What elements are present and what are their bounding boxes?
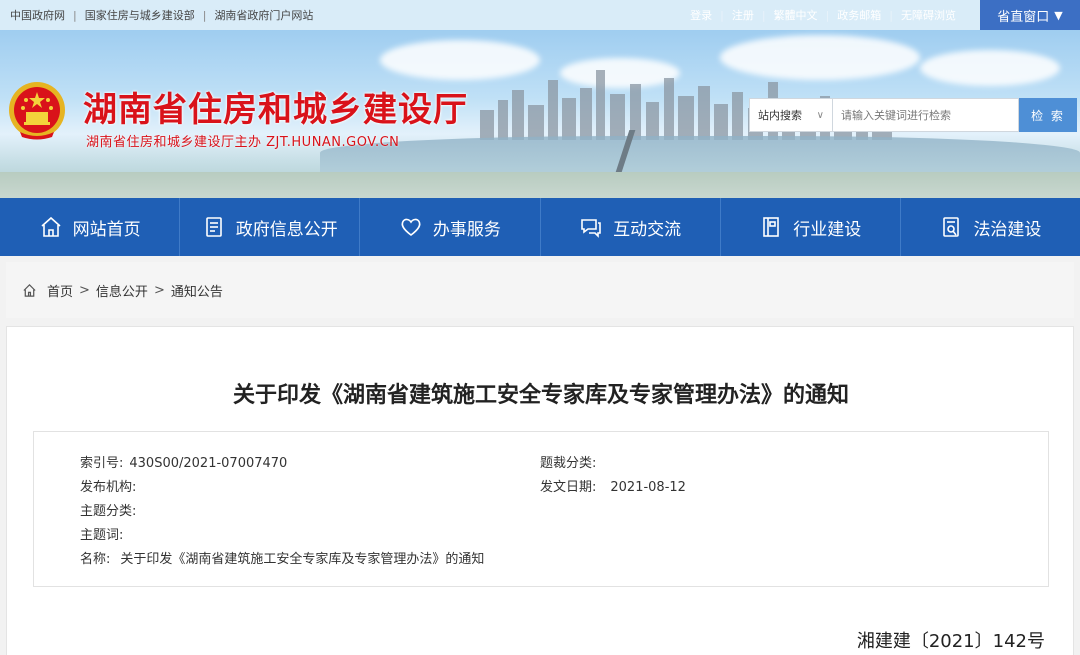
- link-mohurd[interactable]: 国家住房与城乡建设部: [85, 7, 195, 23]
- search-scope-label: 站内搜索: [758, 109, 802, 122]
- nav-item-label: 办事服务: [432, 219, 501, 240]
- meta-value: 关于印发《湖南省建筑施工安全专家库及专家管理办法》的通知: [120, 552, 485, 567]
- nav-item-services[interactable]: 办事服务: [360, 198, 541, 256]
- home-icon: [23, 283, 36, 297]
- meta-label: 题裁分类:: [540, 456, 597, 471]
- heart-icon: [401, 218, 421, 237]
- traditional-chinese-link[interactable]: 繁體中文: [774, 7, 818, 23]
- nav-item-label: 政府信息公开: [235, 219, 338, 240]
- document-icon: [205, 217, 222, 237]
- top-bar: 中国政府网 | 国家住房与城乡建设部 | 湖南省政府门户网站 登录 | 注册 |…: [0, 0, 1080, 30]
- meta-publisher: 发布机构:: [80, 476, 142, 495]
- register-link[interactable]: 注册: [732, 7, 754, 23]
- home-icon: [41, 216, 61, 237]
- link-hunan-gov[interactable]: 湖南省政府门户网站: [214, 7, 313, 23]
- nav-item-law[interactable]: 法治建设: [901, 198, 1080, 256]
- nav-item-interaction[interactable]: 互动交流: [541, 198, 721, 256]
- meta-value: 2021-08-12: [610, 480, 686, 495]
- greenland-decoration: [0, 172, 1080, 198]
- search-input[interactable]: [833, 98, 1019, 132]
- document-number: 湘建建〔2021〕142号: [856, 631, 1045, 652]
- meta-label: 名称:: [80, 552, 111, 567]
- meta-label: 主题分类:: [80, 504, 137, 519]
- nav-item-label: 行业建设: [793, 219, 862, 240]
- breadcrumb-separator: >: [79, 282, 90, 298]
- breadcrumb: 首页 > 信息公开 > 通知公告: [6, 262, 1074, 318]
- breadcrumb-separator: >: [153, 282, 165, 298]
- meta-label: 索引号:: [80, 456, 124, 471]
- divider: |: [825, 8, 830, 22]
- nav-item-home[interactable]: 网站首页: [0, 198, 181, 256]
- law-icon: [943, 217, 960, 237]
- divider: |: [720, 8, 724, 22]
- meta-name: 名称: 关于印发《湖南省建筑施工安全专家库及专家管理办法》的通知: [80, 548, 484, 567]
- meta-label: 发布机构:: [80, 480, 137, 495]
- meta-value: 430S00/2021-07007470: [129, 456, 288, 471]
- nav-item-label: 互动交流: [613, 219, 682, 240]
- main-nav: 网站首页 政府信息公开 办事服务 互动交流 行业建设 法治建设: [0, 198, 1080, 256]
- breadcrumb-info-public[interactable]: 信息公开: [96, 281, 148, 300]
- divider: |: [202, 8, 207, 22]
- nav-item-industry[interactable]: 行业建设: [721, 198, 901, 256]
- article-title: 关于印发《湖南省建筑施工安全专家库及专家管理办法》的通知: [232, 383, 849, 408]
- article-meta-box: 索引号: 430S00/2021-07007470 题裁分类: 发布机构: 发文日…: [33, 431, 1049, 587]
- nav-item-gov-info[interactable]: 政府信息公开: [180, 198, 361, 256]
- nav-item-label: 法治建设: [973, 219, 1042, 240]
- national-emblem-icon: [9, 82, 65, 140]
- province-window-label: 省直窗口: [997, 9, 1050, 25]
- article-panel: 关于印发《湖南省建筑施工安全专家库及专家管理办法》的通知 索引号: 430S00/…: [6, 326, 1074, 655]
- caret-down-icon: ▼: [1054, 8, 1063, 22]
- site-title: 湖南省住房和城乡建设厅: [83, 90, 468, 130]
- top-links-left: 中国政府网 | 国家住房与城乡建设部 | 湖南省政府门户网站: [10, 7, 313, 23]
- accessibility-link[interactable]: 无障碍浏览: [901, 7, 956, 23]
- province-window-dropdown[interactable]: 省直窗口 ▼: [980, 0, 1080, 30]
- meta-genre: 题裁分类:: [540, 452, 602, 471]
- search-box: 站内搜索 ∨ 检 索: [749, 98, 1077, 132]
- gov-mail-link[interactable]: 政务邮箱: [837, 7, 881, 23]
- chat-icon: [581, 219, 601, 238]
- top-links-right: 登录 | 注册 | 繁體中文 | 政务邮箱 | 无障碍浏览: [690, 7, 956, 23]
- meta-date: 发文日期: 2021-08-12: [540, 476, 686, 495]
- meta-index: 索引号: 430S00/2021-07007470: [80, 452, 287, 471]
- building-icon: [763, 217, 780, 237]
- search-button[interactable]: 检 索: [1019, 98, 1077, 132]
- link-gov-cn[interactable]: 中国政府网: [10, 7, 65, 23]
- nav-item-label: 网站首页: [72, 219, 141, 240]
- breadcrumb-home[interactable]: 首页: [47, 281, 73, 300]
- breadcrumb-notices[interactable]: 通知公告: [171, 281, 223, 300]
- meta-label: 主题词:: [80, 528, 124, 543]
- cloud-decoration: [920, 50, 1060, 86]
- login-link[interactable]: 登录: [690, 7, 712, 23]
- meta-keywords: 主题词:: [80, 524, 129, 543]
- divider: |: [889, 8, 893, 22]
- meta-label: 发文日期:: [540, 480, 597, 495]
- meta-category: 主题分类:: [80, 500, 142, 519]
- header-banner: 湖南省住房和城乡建设厅 湖南省住房和城乡建设厅主办 ZJT.HUNAN.GOV.…: [0, 30, 1080, 198]
- divider: |: [73, 8, 77, 22]
- divider: |: [761, 8, 766, 22]
- site-subtitle: 湖南省住房和城乡建设厅主办 ZJT.HUNAN.GOV.CN: [86, 135, 400, 150]
- search-scope-select[interactable]: 站内搜索 ∨: [749, 98, 833, 132]
- chevron-down-icon: ∨: [816, 109, 824, 121]
